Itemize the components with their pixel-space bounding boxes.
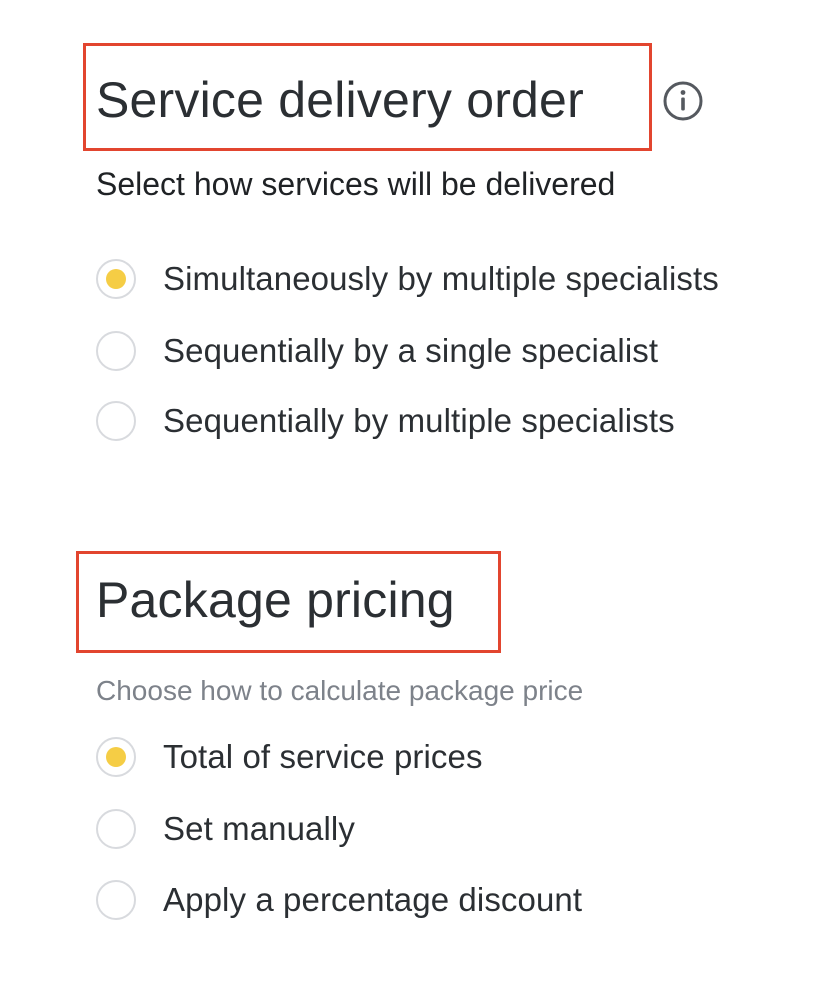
delivery-option-simultaneous[interactable]: Simultaneously by multiple specialists bbox=[96, 257, 719, 301]
radio-button[interactable] bbox=[96, 809, 136, 849]
delivery-option-sequential-multiple[interactable]: Sequentially by multiple specialists bbox=[96, 399, 675, 443]
delivery-option-sequential-single[interactable]: Sequentially by a single specialist bbox=[96, 329, 658, 373]
pricing-option-percentage-discount[interactable]: Apply a percentage discount bbox=[96, 878, 582, 922]
package-pricing-title-highlight bbox=[76, 551, 501, 653]
delivery-option-label: Sequentially by a single specialist bbox=[163, 332, 659, 369]
pricing-option-label: Set manually bbox=[163, 810, 355, 847]
pricing-option-label: Total of service prices bbox=[163, 738, 483, 775]
service-delivery-section: Service delivery order Select how servic… bbox=[0, 0, 814, 460]
delivery-option-label: Sequentially by multiple specialists bbox=[163, 402, 675, 439]
radio-button-selected[interactable] bbox=[96, 737, 136, 777]
service-delivery-subtitle: Select how services will be delivered bbox=[96, 166, 616, 202]
info-icon[interactable] bbox=[662, 80, 704, 122]
radio-button-selected[interactable] bbox=[96, 259, 136, 299]
package-pricing-title: Package pricing bbox=[96, 572, 455, 628]
package-pricing-subtitle: Choose how to calculate package price bbox=[96, 675, 584, 706]
pricing-option-manual[interactable]: Set manually bbox=[96, 807, 355, 851]
pricing-option-total[interactable]: Total of service prices bbox=[96, 735, 483, 779]
radio-button[interactable] bbox=[96, 401, 136, 441]
service-delivery-title: Service delivery order bbox=[96, 72, 584, 128]
pricing-option-label: Apply a percentage discount bbox=[163, 881, 583, 918]
radio-button[interactable] bbox=[96, 880, 136, 920]
delivery-option-label: Simultaneously by multiple specialists bbox=[163, 260, 719, 297]
radio-button[interactable] bbox=[96, 331, 136, 371]
